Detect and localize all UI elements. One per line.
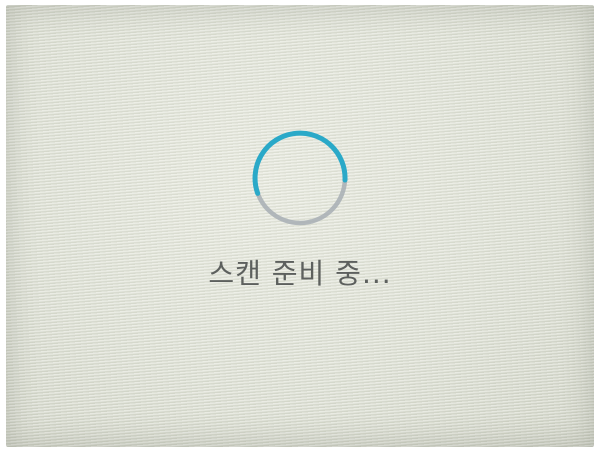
photo-frame: 스캔 준비 중... (0, 0, 600, 455)
status-text: 스캔 준비 중... (208, 257, 392, 290)
loading-spinner-icon (252, 130, 348, 226)
device-screen: 스캔 준비 중... (6, 5, 594, 447)
spinner-active-arc (252, 130, 348, 196)
